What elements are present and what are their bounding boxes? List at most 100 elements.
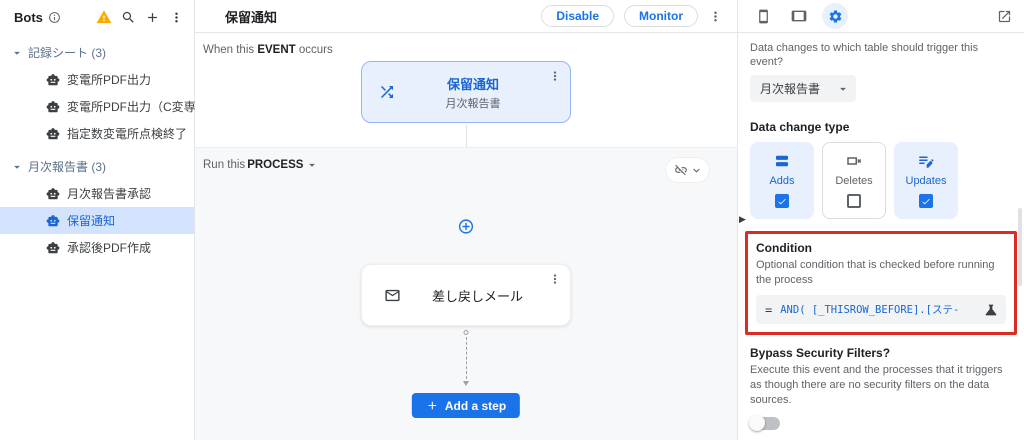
bots-sidebar: Bots 記録シート (3) 変電所PDF出力 変電所PDF出力（C変専用 <box>0 0 195 440</box>
insert-step-icon[interactable] <box>458 218 475 235</box>
robot-icon <box>46 214 60 228</box>
condition-formula-field[interactable]: = AND( [_THISROW_BEFORE].[ステ- <box>756 295 1006 324</box>
equals-sign: = <box>765 303 772 317</box>
condition-label: Condition <box>756 241 1006 255</box>
robot-icon <box>46 127 60 141</box>
option-label: Adds <box>769 175 794 187</box>
step-node-more-icon[interactable] <box>548 272 562 286</box>
mail-icon <box>384 287 401 304</box>
add-rows-icon <box>773 152 791 170</box>
bot-more-icon[interactable] <box>708 9 723 24</box>
group-label: 記録シート (3) <box>28 44 106 61</box>
link-off-icon <box>674 163 688 177</box>
plus-icon <box>426 399 439 412</box>
panel-scrollbar-thumb[interactable] <box>1018 208 1022 286</box>
sidebar-header: Bots <box>0 0 194 33</box>
open-in-new-icon[interactable] <box>997 9 1012 24</box>
bypass-toggle[interactable] <box>750 417 780 430</box>
event-section: When this EVENT occurs 保留通知 月次報告書 <box>195 33 737 147</box>
sidebar-title: Bots <box>14 10 43 25</box>
panel-collapse-handle[interactable]: ▶ <box>739 215 746 224</box>
condition-description: Optional condition that is checked befor… <box>756 258 1006 288</box>
event-node-more-icon[interactable] <box>548 69 562 83</box>
panel-toolbar <box>738 0 1024 33</box>
sidebar-item-0-1[interactable]: 変電所PDF出力（C変専用） <box>0 93 194 120</box>
bot-label: 変電所PDF出力 <box>67 71 151 88</box>
sidebar-item-1-2[interactable]: 承認後PDF作成 <box>0 234 194 261</box>
bot-label: 保留通知 <box>67 212 115 229</box>
event-section-label: When this EVENT occurs <box>203 44 333 56</box>
condition-formula-text: AND( [_THISROW_BEFORE].[ステ- <box>780 302 975 317</box>
search-icon[interactable] <box>121 10 136 25</box>
option-deletes[interactable]: Deletes <box>822 142 886 219</box>
group-label: 月次報告書 (3) <box>28 158 106 175</box>
event-connector-line <box>466 125 467 147</box>
bot-label: 月次報告書承認 <box>67 185 151 202</box>
expression-flask-icon[interactable] <box>983 302 999 318</box>
add-bot-icon[interactable] <box>145 10 160 25</box>
event-settings-body: Data changes to which table should trigg… <box>738 33 1024 440</box>
warning-icon[interactable] <box>96 9 112 25</box>
sidebar-item-1-0[interactable]: 月次報告書承認 <box>0 180 194 207</box>
settings-panel: Data changes to which table should trigg… <box>737 0 1024 440</box>
event-node-title: 保留通知 <box>406 74 540 93</box>
monitor-button[interactable]: Monitor <box>624 5 698 27</box>
tablet-view-icon[interactable] <box>786 3 812 29</box>
table-select-value: 月次報告書 <box>760 80 820 97</box>
data-change-type-options: Adds Deletes Updates <box>750 142 1012 219</box>
deletes-checkbox[interactable] <box>847 194 861 208</box>
flow-canvas: When this EVENT occurs 保留通知 月次報告書 Run th… <box>195 33 737 440</box>
bot-title: 保留通知 <box>225 7 277 26</box>
sidebar-more-icon[interactable] <box>169 10 184 25</box>
robot-icon <box>46 241 60 255</box>
event-node-card[interactable]: 保留通知 月次報告書 <box>361 61 571 123</box>
app-window: Bots 記録シート (3) 変電所PDF出力 変電所PDF出力（C変専用 <box>0 0 1024 440</box>
bot-editor-main: 保留通知 Disable Monitor When this EVENT occ… <box>195 0 737 440</box>
process-section: Run this PROCESS 差し戻しメール <box>195 147 737 440</box>
data-change-type-label: Data change type <box>750 120 1012 134</box>
edit-note-icon <box>917 152 935 170</box>
robot-icon <box>46 100 60 114</box>
bypass-section: Bypass Security Filters? Execute this ev… <box>750 346 1012 430</box>
bypass-label: Bypass Security Filters? <box>750 346 1012 360</box>
robot-icon <box>46 73 60 87</box>
collapse-caret-icon <box>10 46 24 60</box>
sidebar-item-0-2[interactable]: 指定数変電所点検終了 <box>0 120 194 147</box>
disable-button[interactable]: Disable <box>541 5 614 27</box>
bot-header: 保留通知 Disable Monitor <box>195 0 737 33</box>
step-node-title: 差し戻しメール <box>415 286 540 305</box>
phone-view-icon[interactable] <box>750 3 776 29</box>
sidebar-item-1-1-selected[interactable]: 保留通知 <box>0 207 194 234</box>
condition-annotation-box: Condition Optional condition that is che… <box>745 231 1017 335</box>
process-link-toggle[interactable] <box>666 158 709 182</box>
step-node-card[interactable]: 差し戻しメール <box>361 264 571 326</box>
collapse-caret-icon <box>10 160 24 174</box>
option-label: Deletes <box>835 175 872 187</box>
updates-checkbox[interactable] <box>919 194 933 208</box>
chevron-down-icon <box>690 164 703 177</box>
group-header-geppou[interactable]: 月次報告書 (3) <box>0 153 194 180</box>
table-question-label: Data changes to which table should trigg… <box>750 41 1012 69</box>
process-section-label[interactable]: Run this PROCESS <box>203 158 319 172</box>
info-icon[interactable] <box>48 11 61 24</box>
select-caret-icon <box>836 82 850 96</box>
event-node-subtitle: 月次報告書 <box>406 95 540 111</box>
adds-checkbox[interactable] <box>775 194 789 208</box>
bot-label: 承認後PDF作成 <box>67 239 151 256</box>
bot-group-kiroku-sheet: 記録シート (3) 変電所PDF出力 変電所PDF出力（C変専用） 指定数変電所… <box>0 39 194 147</box>
bypass-description: Execute this event and the processes tha… <box>750 363 1012 408</box>
option-updates[interactable]: Updates <box>894 142 958 219</box>
process-caret-icon <box>305 158 319 172</box>
table-select[interactable]: 月次報告書 <box>750 75 856 102</box>
option-label: Updates <box>906 175 947 187</box>
bot-group-geppou: 月次報告書 (3) 月次報告書承認 保留通知 承認後PDF作成 <box>0 153 194 261</box>
delete-row-icon <box>845 152 863 170</box>
shuffle-icon <box>378 83 396 101</box>
group-header-kiroku-sheet[interactable]: 記録シート (3) <box>0 39 194 66</box>
add-step-button[interactable]: Add a step <box>412 393 520 418</box>
settings-tab-icon[interactable] <box>822 3 848 29</box>
step-connector-line <box>461 330 471 386</box>
option-adds[interactable]: Adds <box>750 142 814 219</box>
bot-label: 指定数変電所点検終了 <box>67 125 187 142</box>
sidebar-item-0-0[interactable]: 変電所PDF出力 <box>0 66 194 93</box>
